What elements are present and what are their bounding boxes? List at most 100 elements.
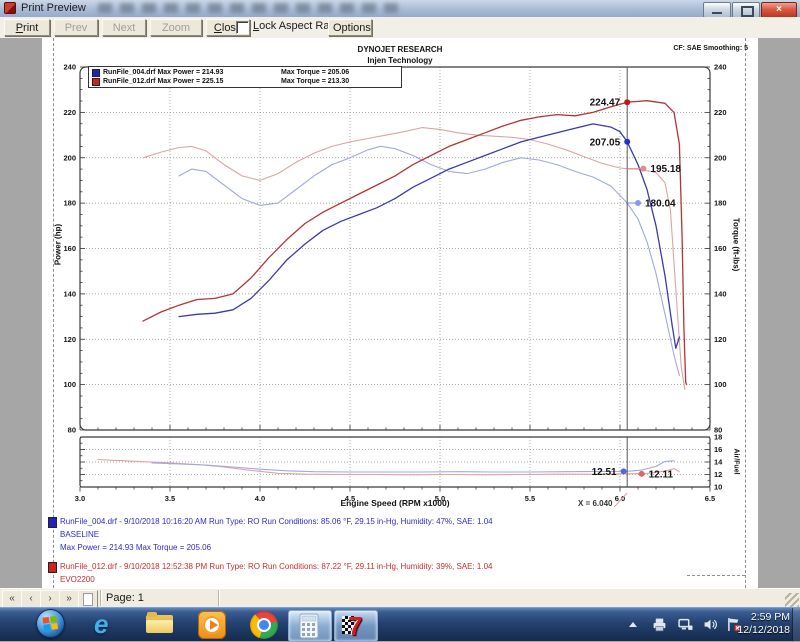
prev-page-button[interactable]: ‹ [21,590,41,608]
chrome-icon[interactable] [250,611,278,639]
report-title: DYNOJET RESEARCH [42,45,758,54]
svg-text:160: 160 [63,244,76,253]
maximize-button[interactable] [732,2,760,18]
internet-explorer-icon[interactable]: e [94,611,122,639]
options-button[interactable]: Options [328,19,372,36]
first-page-button[interactable]: « [2,590,22,608]
preview-area[interactable]: DYNOJET RESEARCH Injen Technology CF: SA… [0,38,800,588]
page-view-button[interactable] [78,590,98,608]
print-margin-right [745,38,746,588]
torque-axis-label: Torque (ft-lbs) [732,200,741,290]
svg-text:100: 100 [63,380,76,389]
chart-legend: RunFile_004.drf Max Power = 214.93 Max T… [88,66,402,88]
print-margin-left [53,38,54,588]
page-number-label: Page: 1 [106,592,144,604]
report-subtitle: Injen Technology [42,56,758,65]
show-desktop-button[interactable] [792,608,800,641]
svg-text:3.5: 3.5 [165,494,175,503]
svg-text:140: 140 [714,289,727,298]
calculator-taskbar-button[interactable] [288,610,332,642]
network-tray-icon[interactable] [678,617,693,632]
legend-row: RunFile_012.drf Max Power = 225.15 Max T… [92,77,398,86]
svg-text:120: 120 [63,335,76,344]
power-axis-label: Power (hp) [54,205,63,285]
rpm-axis-label: Engine Speed (RPM x1000) [295,498,495,508]
print-margin-bottom [687,575,745,576]
svg-text:80: 80 [68,426,76,435]
status-bar: « ‹ › » Page: 1 [0,588,800,608]
run-info-baseline: RunFile_004.drf - 9/10/2018 10:16:20 AM … [46,515,493,554]
svg-text:220: 220 [63,108,76,117]
cursor-position-label: X = 6.040 [578,499,612,508]
clock-date: 12/12/2018 [728,624,790,637]
svg-text:12: 12 [714,470,722,479]
winpep-seven-icon: 7 [348,611,362,641]
toolbar: Print Prev Next Zoom Out Close Lock Aspe… [0,17,800,39]
svg-text:14: 14 [714,458,723,467]
windows-explorer-icon[interactable] [146,611,174,639]
media-player-icon[interactable] [198,611,226,639]
svg-text:120: 120 [714,335,727,344]
minimize-button[interactable] [703,2,731,18]
svg-text:12.51: 12.51 [592,467,617,478]
svg-text:3.0: 3.0 [75,494,85,503]
windows-flag-icon [42,615,59,632]
print-page: DYNOJET RESEARCH Injen Technology CF: SA… [42,38,758,588]
svg-text:207.05: 207.05 [590,137,621,148]
calculator-icon [299,613,319,639]
svg-text:5.5: 5.5 [525,494,535,503]
svg-text:200: 200 [63,153,76,162]
last-page-button[interactable]: » [59,590,79,608]
print-button[interactable]: Print [4,19,50,36]
svg-text:180.04: 180.04 [645,199,676,210]
redacted-title-text [98,3,398,13]
title-bar: Print Preview × [0,0,800,18]
svg-text:140: 140 [63,289,76,298]
zoom-out-button[interactable]: Zoom Out [150,19,202,36]
svg-text:4.0: 4.0 [255,494,265,503]
svg-text:16: 16 [714,445,722,454]
svg-text:10: 10 [714,483,722,492]
run-swatch [48,562,57,573]
start-button[interactable] [36,609,65,638]
smoothing-info: CF: SAE Smoothing: 5 [673,45,748,52]
svg-text:6.5: 6.5 [705,494,715,503]
resize-grip[interactable] [785,593,799,607]
svg-text:100: 100 [714,380,727,389]
volume-tray-icon[interactable] [703,617,718,632]
airfuel-axis-label: Air/Fuel [733,437,740,487]
svg-text:195.18: 195.18 [650,164,681,175]
window-controls: × [703,2,797,18]
run-swatch [48,517,57,528]
svg-text:160: 160 [714,244,727,253]
svg-text:200: 200 [714,153,727,162]
statusbar-separator [218,590,220,606]
window-title: Print Preview [21,2,86,14]
statusbar-separator [100,590,102,606]
hidden-icons-arrow[interactable] [629,622,637,627]
app-icon[interactable] [4,2,16,14]
svg-text:180: 180 [714,199,727,208]
prev-button[interactable]: Prev [54,19,98,36]
page-icon [83,593,93,606]
printer-tray-icon[interactable] [652,617,667,632]
taskbar: e 7 [0,607,800,641]
clock-time: 2:59 PM [728,611,790,624]
next-page-button[interactable]: › [40,590,60,608]
close-window-button[interactable]: × [761,2,797,18]
legend-swatch-red [92,78,100,86]
legend-row: RunFile_004.drf Max Power = 214.93 Max T… [92,68,398,77]
legend-swatch-blue [92,69,100,77]
svg-text:12.11: 12.11 [649,469,674,480]
screen: { "window": { "title": "Print Preview", … [0,0,800,640]
taskbar-clock[interactable]: 2:59 PM 12/12/2018 [728,611,790,637]
svg-text:180: 180 [63,199,76,208]
svg-text:224.47: 224.47 [590,98,621,109]
svg-text:6.0: 6.0 [615,494,625,503]
svg-text:80: 80 [714,426,722,435]
lock-aspect-checkbox[interactable] [236,21,249,34]
svg-text:220: 220 [714,108,727,117]
power-torque-chart: 80 80 100 100 120 120 140 140 160 160 180 180 200 200… [44,60,744,436]
winpep-taskbar-button[interactable]: 7 [334,610,378,642]
next-button[interactable]: Next [102,19,146,36]
